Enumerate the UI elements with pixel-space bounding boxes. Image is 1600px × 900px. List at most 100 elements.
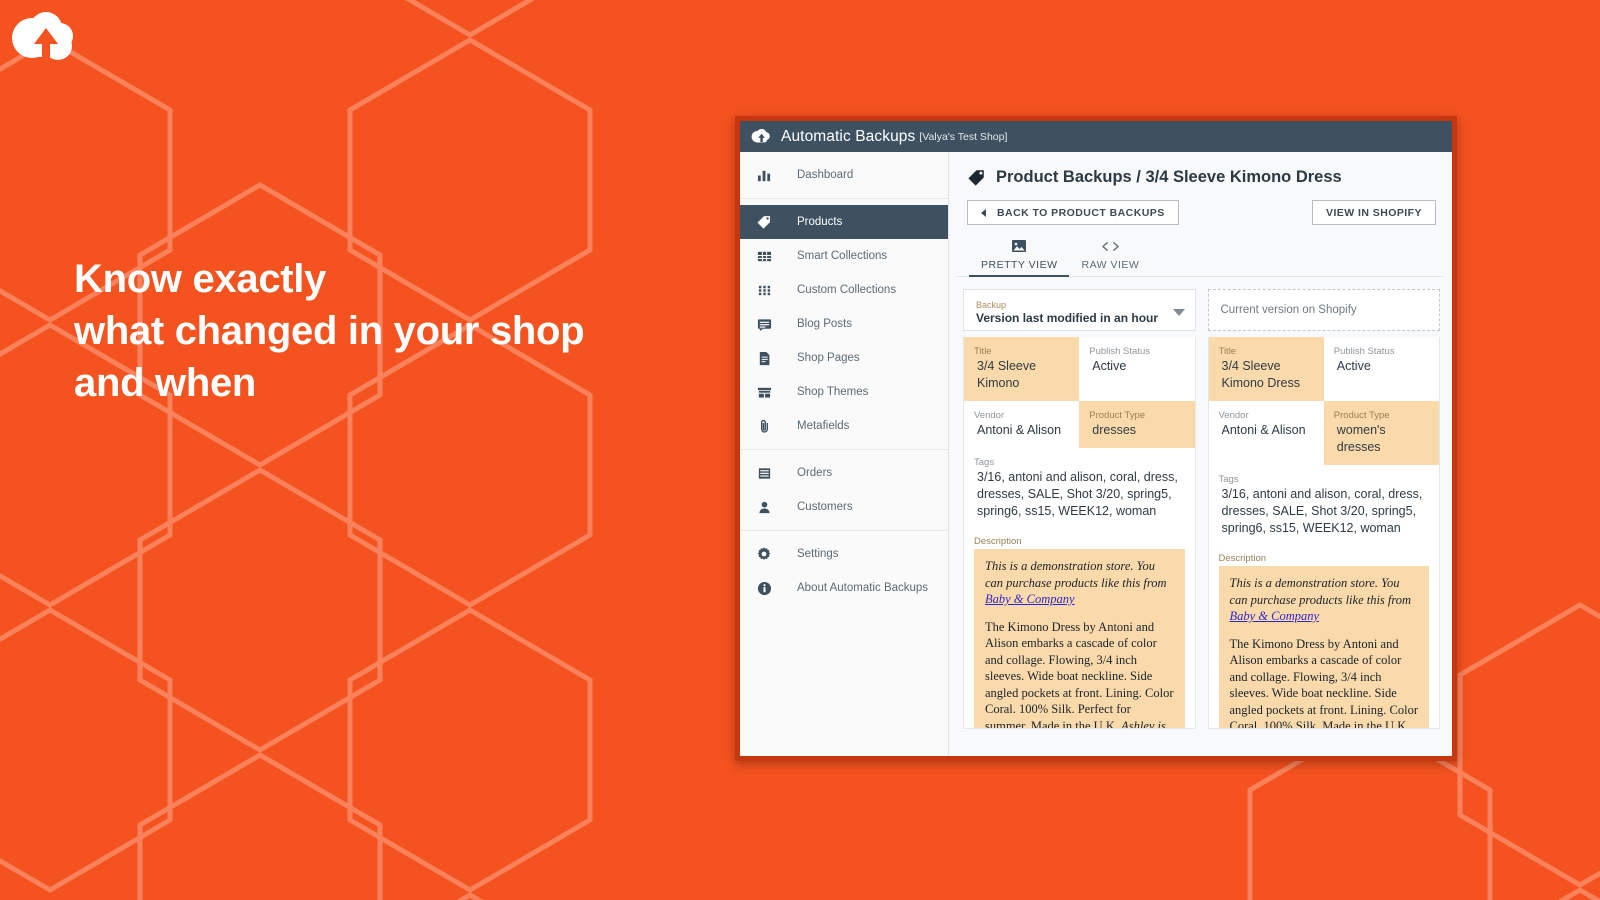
field-label: Product Type <box>1333 410 1390 421</box>
code-icon <box>1101 238 1120 254</box>
page-header: Product Backups / 3/4 Sleeve Kimono Dres… <box>957 152 1444 187</box>
tab-label: RAW VIEW <box>1081 259 1140 271</box>
field-label: Description <box>1218 553 1267 564</box>
field-value: 3/4 Sleeve Kimono <box>977 359 1037 390</box>
field-product-type: Product Type dresses <box>1079 401 1195 448</box>
sidebar-item-label: Shop Pages <box>797 352 860 364</box>
sidebar-group-commerce: Orders Customers <box>740 450 948 531</box>
field-row: Vendor Antoni & Alison Product Type wome… <box>1209 401 1439 465</box>
sidebar-item-about[interactable]: About Automatic Backups <box>740 571 948 605</box>
sidebar-item-label: Blog Posts <box>797 318 852 330</box>
sidebar-item-label: Customers <box>797 501 853 513</box>
sidebar-item-smart-collections[interactable]: Smart Collections <box>740 239 948 273</box>
sidebar-item-shop-themes[interactable]: Shop Themes <box>740 375 948 409</box>
field-row: Title 3/4 Sleeve Kimono Dress Publish St… <box>1208 337 1440 401</box>
tab-pretty-view[interactable]: PRETTY VIEW <box>969 234 1070 277</box>
field-value: Active <box>1336 359 1371 373</box>
field-value: 3/16, antoni and alison, coral, dress, d… <box>1221 487 1423 535</box>
back-button-label: BACK TO PRODUCT BACKUPS <box>997 206 1165 219</box>
sidebar-item-products[interactable]: Products <box>740 205 948 239</box>
backup-version-card: Title 3/4 Sleeve Kimono Publish Status A… <box>963 337 1196 729</box>
sidebar-item-label: Metafields <box>797 420 850 432</box>
sidebar-item-custom-collections[interactable]: Custom Collections <box>740 273 948 307</box>
grid-filled-icon <box>754 246 774 266</box>
field-value: Antoni & Alison <box>1221 423 1306 437</box>
field-value: Antoni & Alison <box>977 423 1062 437</box>
field-label: Tags <box>974 457 995 468</box>
field-title: Title 3/4 Sleeve Kimono <box>964 337 1080 401</box>
field-label: Publish Status <box>1089 346 1150 357</box>
backup-version-selector[interactable]: Backup Version last modified in an hour <box>963 289 1196 331</box>
page-title: Product Backups / 3/4 Sleeve Kimono Dres… <box>996 168 1342 186</box>
sidebar-item-label: Shop Themes <box>797 386 869 398</box>
info-icon <box>754 578 774 598</box>
field-tags: Tags 3/16, antoni and alison, coral, dre… <box>964 448 1195 529</box>
cloud-upload-icon <box>751 128 770 142</box>
sidebar-item-label: Orders <box>797 467 833 479</box>
field-description: Description This is a demonstration stor… <box>964 529 1195 729</box>
main-content: Product Backups / 3/4 Sleeve Kimono Dres… <box>949 152 1452 756</box>
sidebar-item-label: Smart Collections <box>797 250 888 262</box>
field-description: Description This is a demonstration stor… <box>1209 546 1440 729</box>
description-body-text: The Kimono Dress by Antoni and Alison em… <box>985 619 1174 729</box>
sidebar-item-metafields[interactable]: Metafields <box>740 409 948 443</box>
backup-selector-value: Version last modified in an hour <box>976 311 1159 325</box>
sidebar-item-blog-posts[interactable]: Blog Posts <box>740 307 948 341</box>
sidebar-item-dashboard[interactable]: Dashboard <box>740 158 948 192</box>
bar-chart-icon <box>754 165 774 185</box>
backup-selector-caption: Backup <box>976 300 1007 310</box>
baby-and-company-link[interactable]: Baby & Company <box>1230 609 1320 623</box>
sidebar-item-label: Custom Collections <box>797 284 897 296</box>
storefront-icon <box>754 382 774 402</box>
paperclip-icon <box>754 416 774 436</box>
field-row: Title 3/4 Sleeve Kimono Publish Status A… <box>964 337 1195 401</box>
view-tabs: PRETTY VIEW RAW VIEW <box>957 225 1444 277</box>
field-title: Title 3/4 Sleeve Kimono Dress <box>1208 337 1324 401</box>
sidebar-item-customers[interactable]: Customers <box>740 490 948 524</box>
field-tags: Tags 3/16, antoni and alison, coral, dre… <box>1209 465 1440 546</box>
article-icon <box>754 314 774 334</box>
chevron-down-icon[interactable] <box>1172 309 1185 316</box>
sidebar-item-label: About Automatic Backups <box>797 582 929 594</box>
description-body-text: The Kimono Dress by Antoni and Alison em… <box>1229 636 1419 729</box>
field-label: Publish Status <box>1333 346 1395 357</box>
field-label: Title <box>974 346 992 357</box>
field-value: 3/16, antoni and alison, coral, dress, d… <box>977 470 1178 518</box>
field-product-type: Product Type women's dresses <box>1323 401 1439 465</box>
app-title-bar: Automatic Backups [Valya's Test Shop] <box>740 121 1452 152</box>
field-vendor: Vendor Antoni & Alison <box>1209 401 1324 465</box>
shop-name: [Valya's Test Shop] <box>919 130 1008 143</box>
sidebar-item-orders[interactable]: Orders <box>740 456 948 490</box>
field-label: Vendor <box>1218 410 1249 421</box>
tab-label: PRETTY VIEW <box>981 259 1058 271</box>
field-value: dresses <box>1092 423 1137 437</box>
current-version-column: Current version on Shopify Title 3/4 Sle… <box>1207 289 1440 729</box>
field-publish-status: Publish Status Active <box>1324 337 1439 401</box>
sidebar-item-label: Settings <box>797 548 839 560</box>
field-value: Active <box>1092 359 1127 373</box>
description-body: This is a demonstration store. You can p… <box>1218 566 1429 729</box>
promo-headline-line-1: Know exactly <box>74 257 327 301</box>
promo-headline: Know exactly what changed in your shop a… <box>74 253 694 409</box>
action-row: BACK TO PRODUCT BACKUPS VIEW IN SHOPIFY <box>957 187 1444 225</box>
person-icon <box>754 497 774 517</box>
field-publish-status: Publish Status Active <box>1079 337 1194 401</box>
sidebar-group-content: Products Smart Collections Custom Collec… <box>740 199 948 450</box>
field-value: 3/4 Sleeve Kimono Dress <box>1221 359 1301 390</box>
sidebar-item-shop-pages[interactable]: Shop Pages <box>740 341 948 375</box>
grid-dots-icon <box>754 280 774 300</box>
field-label: Description <box>974 536 1022 547</box>
tab-raw-view[interactable]: RAW VIEW <box>1069 234 1151 276</box>
sidebar-item-settings[interactable]: Settings <box>740 537 948 571</box>
back-to-product-backups-button[interactable]: BACK TO PRODUCT BACKUPS <box>967 200 1179 225</box>
current-version-label-bar: Current version on Shopify <box>1207 289 1440 331</box>
view-in-shopify-button[interactable]: VIEW IN SHOPIFY <box>1311 200 1436 225</box>
backup-version-column: Backup Version last modified in an hour … <box>963 289 1196 729</box>
cloud-upload-icon <box>12 12 73 60</box>
current-version-card: Title 3/4 Sleeve Kimono Dress Publish St… <box>1207 337 1440 729</box>
baby-and-company-link[interactable]: Baby & Company <box>985 592 1075 606</box>
sidebar-item-label: Dashboard <box>797 169 854 181</box>
sidebar-group-system: Settings About Automatic Backups <box>740 531 948 611</box>
promo-headline-line-3: and when <box>74 361 257 405</box>
app-title: Automatic Backups <box>781 127 916 145</box>
